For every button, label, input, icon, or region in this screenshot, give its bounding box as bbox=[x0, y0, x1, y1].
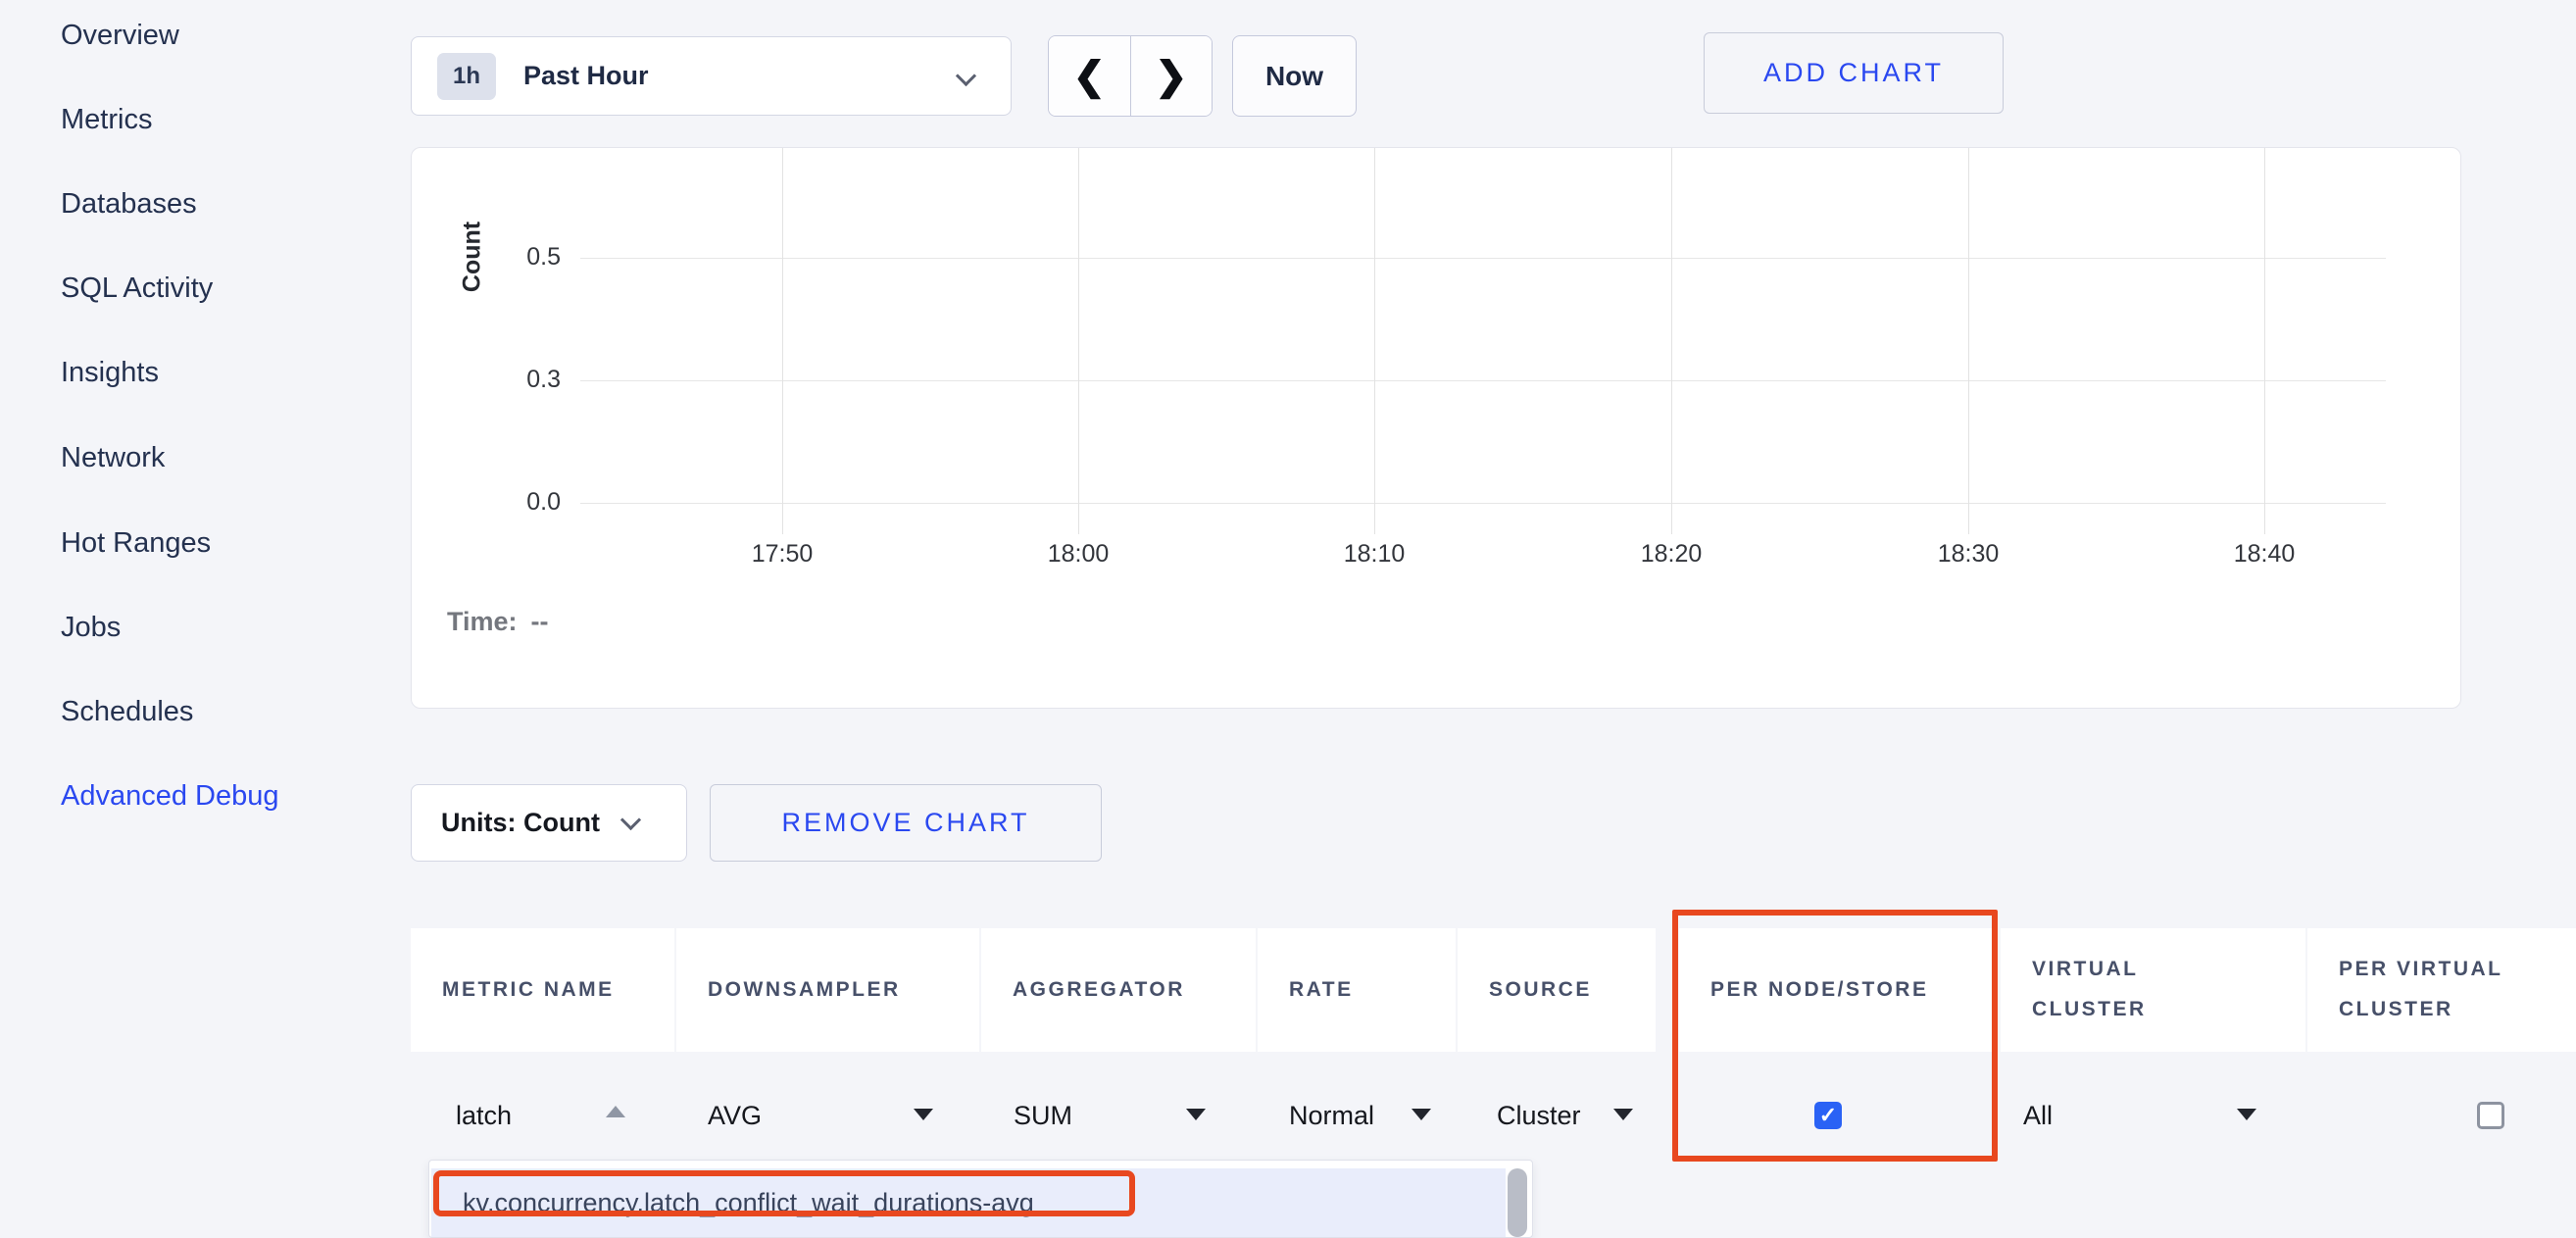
per-node-store-checkbox[interactable]: ✓ bbox=[1814, 1102, 1842, 1129]
time-range-select[interactable]: 1h Past Hour bbox=[411, 36, 1012, 116]
gridline bbox=[1671, 148, 1672, 534]
x-tick-label: 18:20 bbox=[1603, 540, 1740, 569]
add-chart-button[interactable]: ADD CHART bbox=[1704, 32, 2004, 114]
dropdown-arrow-down-icon[interactable] bbox=[2237, 1109, 2256, 1120]
column-header-label: PER NODE/STORE bbox=[1710, 970, 1928, 1011]
metric-suggestion-label: kv.concurrency.latch_conflict_wait_durat… bbox=[463, 1188, 1034, 1218]
sidebar-item-hot-ranges[interactable]: Hot Ranges bbox=[61, 527, 211, 560]
aggregator-select[interactable]: SUM bbox=[1014, 1099, 1072, 1132]
dropdown-scrollbar[interactable] bbox=[1508, 1168, 1527, 1237]
metric-suggestion-item[interactable]: kv.concurrency.latch_conflict_wait_durat… bbox=[431, 1168, 1506, 1237]
sidebar-item-overview[interactable]: Overview bbox=[61, 20, 179, 52]
time-range-label: Past Hour bbox=[523, 61, 649, 91]
sidebar-item-metrics[interactable]: Metrics bbox=[61, 104, 152, 136]
column-header-label: RATE bbox=[1289, 970, 1354, 1011]
time-range-badge: 1h bbox=[437, 53, 496, 100]
sidebar-item-schedules[interactable]: Schedules bbox=[61, 696, 193, 728]
sidebar: Overview Metrics Databases SQL Activity … bbox=[0, 0, 402, 1221]
remove-chart-button[interactable]: REMOVE CHART bbox=[710, 784, 1102, 862]
column-header-label: SOURCE bbox=[1489, 970, 1592, 1011]
column-header-virtual-cluster: VIRTUAL CLUSTER bbox=[2001, 928, 2305, 1052]
downsampler-select[interactable]: AVG bbox=[708, 1099, 762, 1132]
dropdown-arrow-up-icon[interactable] bbox=[606, 1106, 625, 1117]
column-header-per-virtual-cluster: PER VIRTUAL CLUSTER bbox=[2307, 928, 2576, 1052]
gridline bbox=[1374, 148, 1375, 534]
sidebar-item-jobs[interactable]: Jobs bbox=[61, 612, 121, 644]
column-header-source: SOURCE bbox=[1458, 928, 1656, 1052]
sidebar-item-sql-activity[interactable]: SQL Activity bbox=[61, 272, 213, 305]
metric-name-input[interactable]: latch bbox=[456, 1099, 512, 1132]
checkmark-icon: ✓ bbox=[1819, 1103, 1837, 1128]
dropdown-arrow-down-icon[interactable] bbox=[914, 1109, 933, 1120]
x-tick-label: 18:30 bbox=[1900, 540, 2037, 569]
column-header-label: METRIC NAME bbox=[442, 970, 615, 1011]
x-tick-label: 17:50 bbox=[714, 540, 851, 569]
column-header-metric-name: METRIC NAME bbox=[411, 928, 674, 1052]
time-readout: Time: -- bbox=[447, 607, 549, 637]
sidebar-item-advanced-debug[interactable]: Advanced Debug bbox=[61, 780, 279, 813]
virtual-cluster-select[interactable]: All bbox=[2023, 1099, 2053, 1132]
dropdown-arrow-down-icon[interactable] bbox=[1613, 1109, 1633, 1120]
chevron-down-icon bbox=[956, 66, 976, 86]
chevron-down-icon bbox=[620, 810, 641, 830]
y-tick-label: 0.3 bbox=[469, 366, 561, 394]
time-readout-label: Time: bbox=[447, 607, 518, 636]
column-header-downsampler: DOWNSAMPLER bbox=[676, 928, 979, 1052]
sidebar-item-network[interactable]: Network bbox=[61, 442, 165, 474]
next-range-button[interactable]: ❯ bbox=[1130, 36, 1213, 116]
metric-suggestions-dropdown: kv.concurrency.latch_conflict_wait_durat… bbox=[428, 1160, 1533, 1238]
x-tick-label: 18:00 bbox=[1010, 540, 1147, 569]
gridline bbox=[782, 148, 783, 534]
gridline bbox=[580, 503, 2386, 504]
gridline bbox=[2264, 148, 2265, 534]
column-header-label: VIRTUAL CLUSTER bbox=[2032, 950, 2228, 1030]
chevron-right-icon: ❯ bbox=[1155, 57, 1188, 96]
gridline bbox=[1078, 148, 1079, 534]
column-header-label: DOWNSAMPLER bbox=[708, 970, 901, 1011]
per-virtual-cluster-checkbox[interactable] bbox=[2477, 1102, 2504, 1129]
sidebar-item-insights[interactable]: Insights bbox=[61, 357, 159, 389]
units-select[interactable]: Units: Count bbox=[411, 784, 687, 862]
custom-chart-panel: Count 0.5 0.3 0.0 17:50 18:00 18:10 18:2… bbox=[411, 147, 2461, 709]
x-tick-label: 18:40 bbox=[2196, 540, 2333, 569]
dropdown-arrow-down-icon[interactable] bbox=[1186, 1109, 1206, 1120]
units-select-label: Units: Count bbox=[441, 808, 600, 838]
source-select[interactable]: Cluster bbox=[1497, 1099, 1581, 1132]
time-pager: ❮ ❯ bbox=[1048, 35, 1213, 117]
gridline bbox=[580, 380, 2386, 381]
column-header-label: AGGREGATOR bbox=[1013, 970, 1185, 1011]
sidebar-item-databases[interactable]: Databases bbox=[61, 188, 197, 221]
column-header-per-node-store: PER NODE/STORE bbox=[1679, 928, 1992, 1052]
chevron-left-icon: ❮ bbox=[1072, 57, 1106, 96]
column-header-aggregator: AGGREGATOR bbox=[981, 928, 1256, 1052]
column-header-label: PER VIRTUAL CLUSTER bbox=[2339, 950, 2554, 1030]
y-tick-label: 0.0 bbox=[469, 488, 561, 517]
now-button[interactable]: Now bbox=[1232, 35, 1357, 117]
x-tick-label: 18:10 bbox=[1306, 540, 1443, 569]
gridline bbox=[580, 258, 2386, 259]
time-readout-value: -- bbox=[531, 607, 549, 636]
column-header-rate: RATE bbox=[1258, 928, 1456, 1052]
prev-range-button[interactable]: ❮ bbox=[1049, 36, 1130, 116]
dropdown-arrow-down-icon[interactable] bbox=[1412, 1109, 1431, 1120]
gridline bbox=[1968, 148, 1969, 534]
y-tick-label: 0.5 bbox=[469, 243, 561, 272]
rate-select[interactable]: Normal bbox=[1289, 1099, 1374, 1132]
